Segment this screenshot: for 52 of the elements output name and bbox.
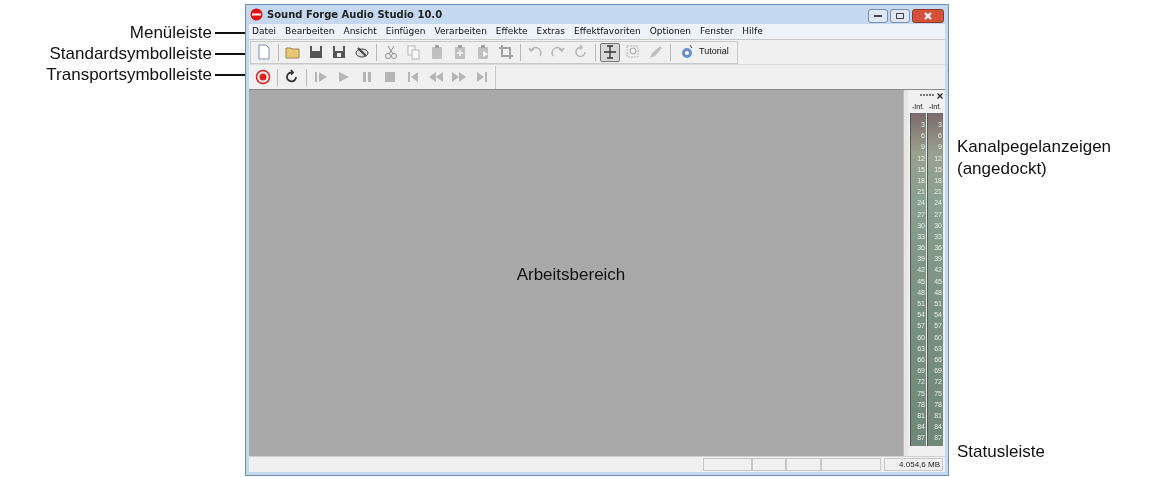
skip-start-icon [405,69,421,85]
minimize-button[interactable] [868,8,888,23]
callout-label: Standardsymbolleiste [49,43,212,64]
crop-icon [498,44,514,60]
menu-item[interactable]: Ansicht [343,24,377,39]
menu-item[interactable]: Fenster [699,24,734,39]
pencil-icon [648,44,664,60]
toolbar-button[interactable]: Tutorial [677,42,734,62]
close-icon[interactable] [937,92,943,99]
rewind-icon [428,69,444,85]
tutorial-icon [679,44,695,60]
leader-line [215,73,245,76]
window-title: Sound Forge Audio Studio 10.0 [267,8,444,22]
close-button[interactable] [912,8,944,23]
maximize-button[interactable] [890,8,910,23]
disc-icon [354,44,370,60]
menu-item[interactable]: Effektfavoriten [574,24,641,39]
callout-label: Statusleiste [957,442,1046,462]
callout-label: Transportsymbolleiste [46,64,212,85]
menu-item[interactable]: Einfügen [385,24,426,39]
folder-icon [285,44,301,60]
leader-line [215,52,245,55]
leader-line [215,31,245,34]
grip-icon[interactable] [920,94,934,97]
clipboard-icon [452,44,468,60]
loop-icon [284,69,300,85]
workspace-label: Arbeitsbereich [516,264,626,287]
close-icon [924,11,932,20]
clipboard-icon [429,44,445,60]
menu-item[interactable]: Bearbeiten [285,24,335,39]
magnifier-icon [625,44,641,60]
menu-item[interactable]: Optionen [649,24,691,39]
toolbar-button[interactable] [600,42,620,62]
menu-item[interactable]: Extras [536,24,565,39]
clipboard-icon [475,44,491,60]
menu-item[interactable]: Hilfe [742,24,763,39]
memory-status: 4.054,6 MB [884,458,943,471]
scissors-icon [383,44,399,60]
skip-end-icon [474,69,490,85]
menu-item[interactable]: Verarbeiten [434,24,487,39]
stop-icon [382,69,398,85]
cursor-icon [602,44,618,60]
copy-icon [406,44,422,60]
app-logo-icon [250,8,263,21]
document-icon [256,44,272,60]
play-all-icon [313,69,329,85]
menu-item[interactable]: Effekte [495,24,528,39]
record-icon [255,69,271,85]
callout-label: Menüleiste [129,22,212,43]
menu-item[interactable]: Datei [252,24,276,39]
fast-forward-icon [451,69,467,85]
repeat-icon [573,44,589,60]
